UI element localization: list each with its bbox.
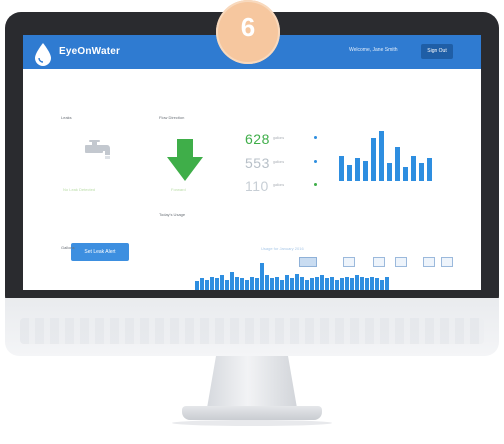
period-button[interactable] xyxy=(395,257,407,267)
chart-bar xyxy=(339,156,344,181)
chart-bar xyxy=(335,279,339,290)
chart-bar xyxy=(419,162,424,181)
chart-bar xyxy=(411,156,416,181)
chart-bar xyxy=(427,158,432,181)
chart-bar xyxy=(225,279,229,290)
todays-usage-label: Today's Usage xyxy=(159,212,186,217)
chart-bar xyxy=(255,278,259,290)
chart-bar xyxy=(240,278,244,290)
chart-bar xyxy=(345,276,349,290)
stat-label-2: gallons xyxy=(273,160,285,164)
chart-bar xyxy=(280,279,284,290)
chart-bar xyxy=(290,278,294,290)
chart-bar xyxy=(300,276,304,290)
chart-bar xyxy=(340,278,344,290)
chart-bar xyxy=(350,278,354,290)
stat-dot-1 xyxy=(314,136,317,139)
daily-usage-bar-chart xyxy=(339,131,439,181)
arrow-down-icon xyxy=(167,139,203,181)
chart-bar xyxy=(365,278,369,290)
chart-bar xyxy=(363,160,368,181)
chart-bar xyxy=(320,275,324,290)
stand-shadow xyxy=(172,420,332,426)
stat-value-1: 628 xyxy=(245,131,270,147)
water-drop-icon xyxy=(35,43,51,66)
chart-bar xyxy=(250,276,254,290)
gallons-label: Gallons xyxy=(61,245,75,250)
chart-bar xyxy=(210,276,214,290)
flow-status-note: Forward xyxy=(171,187,186,192)
chart-bar xyxy=(375,278,379,290)
period-button[interactable] xyxy=(423,257,435,267)
chart-bar xyxy=(200,278,204,290)
screen-reflection xyxy=(20,318,484,344)
chart-bar xyxy=(305,279,309,290)
chart-bar xyxy=(385,276,389,290)
stat-label-3: gallons xyxy=(273,183,285,187)
chart-bar xyxy=(315,276,319,290)
chart-bar xyxy=(355,275,359,290)
stat-dot-3 xyxy=(314,183,317,186)
chart-bar xyxy=(245,279,249,290)
chart-bar xyxy=(347,165,352,181)
monitor-stand-neck xyxy=(207,356,297,408)
period-button[interactable] xyxy=(441,257,453,267)
set-leak-alert-button[interactable]: Set Leak Alert xyxy=(71,243,129,261)
flow-direction-label: Flow Direction xyxy=(159,115,185,120)
stat-value-2: 553 xyxy=(245,155,270,171)
stat-label-1: gallons xyxy=(273,136,285,140)
sign-out-button[interactable]: Sign Out xyxy=(421,44,453,59)
chart-bar xyxy=(403,167,408,181)
chart-bar xyxy=(360,276,364,290)
chart-bar xyxy=(295,273,299,290)
chart-bar xyxy=(370,276,374,290)
chart-bar xyxy=(265,275,269,290)
chart-bar xyxy=(379,131,384,181)
stat-dot-2 xyxy=(314,160,317,163)
monitor-stand-base xyxy=(182,406,322,420)
monthly-usage-bar-chart xyxy=(195,263,395,290)
chart-bar xyxy=(387,162,392,181)
chart-bar xyxy=(395,146,400,181)
chart-bar xyxy=(195,281,199,290)
chart-bar xyxy=(235,276,239,290)
faucet-icon xyxy=(85,140,110,159)
chart-bar xyxy=(330,276,334,290)
chart-bar xyxy=(220,275,224,290)
chart-bar xyxy=(260,263,264,290)
chart-bar xyxy=(215,278,219,290)
chart-bar xyxy=(310,278,314,290)
chart-bar xyxy=(355,158,360,181)
stat-value-3: 110 xyxy=(245,178,269,194)
step-number: 6 xyxy=(240,12,256,42)
leaks-label: Leaks xyxy=(61,115,72,120)
step-badge: 6 xyxy=(216,0,280,64)
chart-bar xyxy=(270,278,274,290)
chart-bar xyxy=(230,272,234,290)
welcome-text: Welcome, Jane Smith xyxy=(349,47,398,53)
chart-bar xyxy=(380,279,384,290)
chart-bar xyxy=(205,279,209,290)
chart-title: Usage for January 2016 xyxy=(261,246,304,251)
leak-status-note: No Leak Detected xyxy=(63,187,96,192)
app-screen: EyeOnWater Welcome, Jane Smith Sign Out … xyxy=(23,35,481,290)
chart-bar xyxy=(371,137,376,181)
chart-bar xyxy=(325,278,329,290)
brand-name[interactable]: EyeOnWater xyxy=(59,46,120,57)
chart-bar xyxy=(285,275,289,290)
chart-bar xyxy=(275,276,279,290)
